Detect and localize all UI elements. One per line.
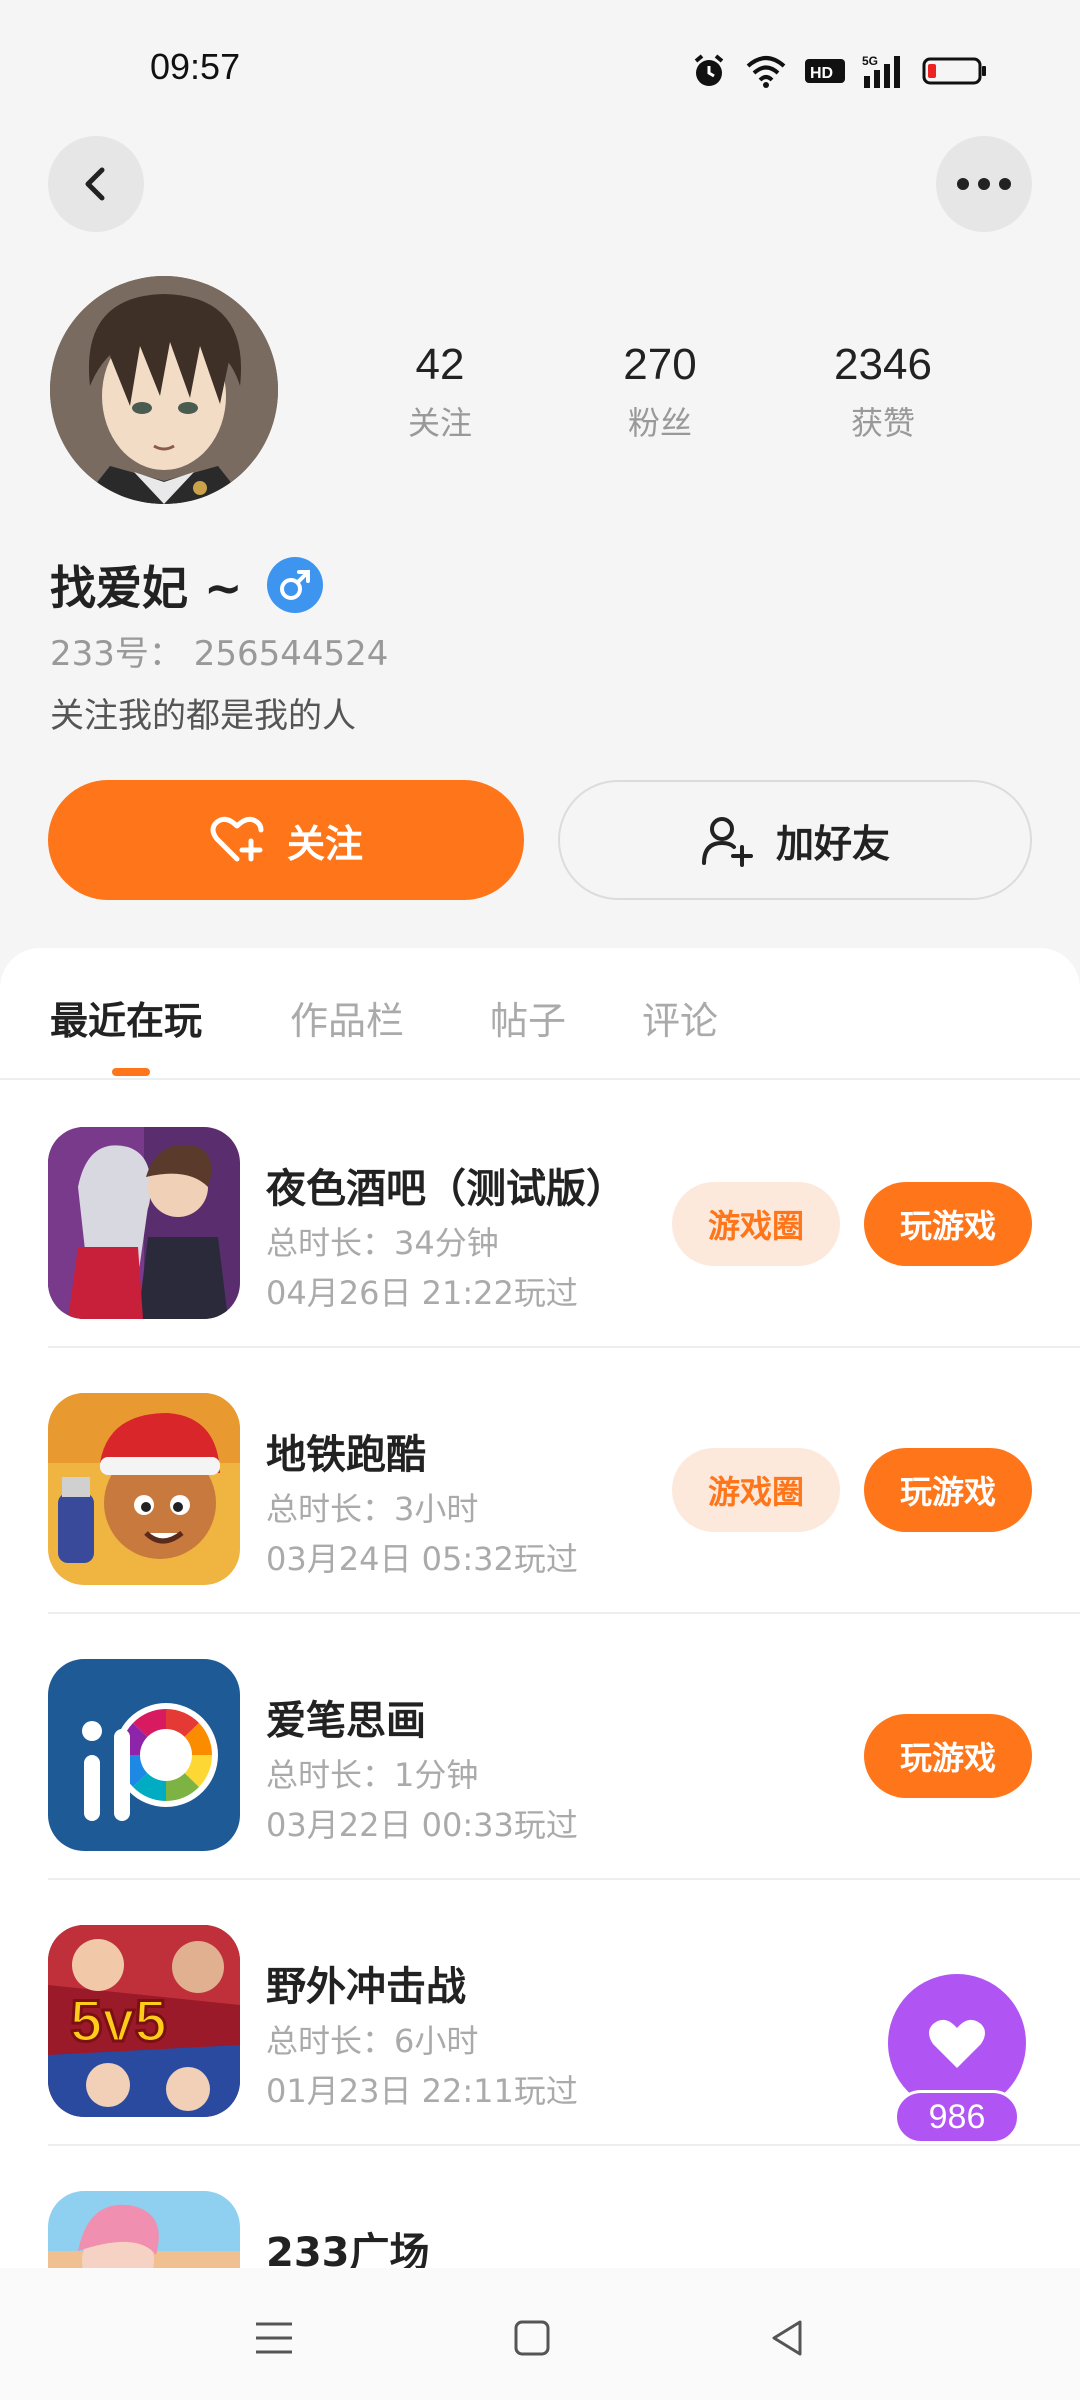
stat-value: 42 [415, 340, 465, 389]
game-circle-button[interactable]: 游戏圈 [672, 1448, 840, 1532]
game-title: 爱笔思画 [266, 1698, 426, 1744]
user-id: 233号： 256544524 [50, 634, 389, 674]
stat-following[interactable]: 42 关注 [330, 340, 550, 444]
play-game-button[interactable]: 玩游戏 [864, 1448, 1032, 1532]
stat-value: 270 [623, 340, 697, 389]
alarm-icon [694, 54, 724, 86]
game-icon-ibis-paint[interactable] [48, 1659, 240, 1851]
game-row[interactable]: 夜色酒吧（测试版） 总时长：34分钟 04月26日 21:22玩过 游戏圈 玩游… [0, 1082, 1080, 1348]
more-button[interactable] [936, 136, 1032, 232]
game-last-played: 03月24日 05:32玩过 [266, 1540, 578, 1578]
avatar[interactable] [50, 276, 278, 504]
profile-stats: 42 关注 270 粉丝 2346 获赞 [330, 340, 1030, 450]
heart-plus-icon [210, 816, 264, 862]
game-title: 233广场 [266, 2230, 430, 2268]
like-count: 986 [894, 2090, 1020, 2144]
floating-like-button[interactable]: 986 [884, 1970, 1030, 2150]
game-title: 夜色酒吧（测试版） [266, 1166, 626, 1212]
add-friend-label: 加好友 [775, 821, 890, 866]
game-icon-wild-clash[interactable]: 5v5 [48, 1925, 240, 2117]
game-last-played: 03月22日 00:33玩过 [266, 1806, 578, 1844]
game-title: 地铁跑酷 [266, 1432, 426, 1478]
wifi-icon [746, 56, 786, 88]
stat-label: 关注 [407, 404, 472, 442]
game-circle-button[interactable]: 游戏圈 [672, 1182, 840, 1266]
username-row: 找爱妃 ~ [50, 552, 323, 618]
stat-likes[interactable]: 2346 获赞 [773, 340, 993, 444]
game-icon-233-square[interactable] [48, 2191, 240, 2268]
follow-button[interactable]: 关注 [48, 780, 524, 900]
user-bio: 关注我的都是我的人 [50, 696, 356, 736]
play-game-button[interactable]: 玩游戏 [864, 1182, 1032, 1266]
game-row[interactable]: 233广场 [0, 2146, 1080, 2268]
tab-comments[interactable]: 评论 [642, 990, 718, 1045]
game-duration: 总时长：6小时 [266, 2022, 479, 2060]
stat-label: 获赞 [850, 404, 915, 442]
game-duration: 总时长：34分钟 [266, 1224, 499, 1262]
svg-text:5G: 5G [862, 54, 878, 68]
home-square-icon[interactable] [502, 2308, 562, 2368]
game-last-played: 04月26日 21:22玩过 [266, 1274, 578, 1312]
status-icons: HD 5G [690, 52, 988, 90]
male-icon [266, 557, 323, 613]
status-time: 09:57 [150, 46, 241, 87]
menu-icon[interactable] [244, 2308, 304, 2368]
battery-icon [922, 57, 986, 85]
game-icon-night-bar[interactable] [48, 1127, 240, 1319]
game-last-played: 01月23日 22:11玩过 [266, 2072, 578, 2110]
chevron-left-icon [85, 167, 105, 201]
tab-posts[interactable]: 帖子 [490, 990, 566, 1045]
system-nav-bar [0, 2268, 1080, 2400]
add-user-icon [701, 817, 753, 867]
hd-icon: HD [805, 59, 845, 83]
follow-label: 关注 [286, 821, 363, 866]
stat-value: 2346 [834, 340, 932, 389]
play-game-button[interactable]: 玩游戏 [864, 1714, 1032, 1798]
stat-followers[interactable]: 270 粉丝 [550, 340, 770, 444]
svg-text:HD: HD [810, 65, 833, 82]
username: 找爱妃 ~ [50, 561, 243, 615]
more-dots-icon [957, 178, 1011, 190]
game-icon-subway-surfers[interactable] [48, 1393, 240, 1585]
game-row[interactable]: 地铁跑酷 总时长：3小时 03月24日 05:32玩过 游戏圈 玩游戏 [0, 1348, 1080, 1614]
game-row[interactable]: 爱笔思画 总时长：1分钟 03月22日 00:33玩过 玩游戏 [0, 1614, 1080, 1880]
stat-label: 粉丝 [627, 404, 692, 442]
signal-icon: 5G [862, 54, 900, 88]
svg-text:5v5: 5v5 [70, 1989, 167, 2054]
game-duration: 总时长：1分钟 [266, 1756, 479, 1794]
profile-page: 09:57 HD 5G 42 关注 270 粉丝 2346 获赞 找爱妃 ~ 2… [0, 0, 1080, 2400]
game-duration: 总时长：3小时 [266, 1490, 479, 1528]
tab-works[interactable]: 作品栏 [290, 990, 404, 1045]
back-triangle-icon[interactable] [758, 2308, 818, 2368]
back-button[interactable] [48, 136, 144, 232]
game-title: 野外冲击战 [266, 1964, 466, 2010]
status-bar: 09:57 HD 5G [0, 0, 1080, 140]
add-friend-button[interactable]: 加好友 [558, 780, 1032, 900]
tab-indicator [112, 1068, 150, 1076]
tab-recently-played[interactable]: 最近在玩 [50, 990, 202, 1045]
tab-bar: 最近在玩 作品栏 帖子 评论 [0, 948, 1080, 1080]
